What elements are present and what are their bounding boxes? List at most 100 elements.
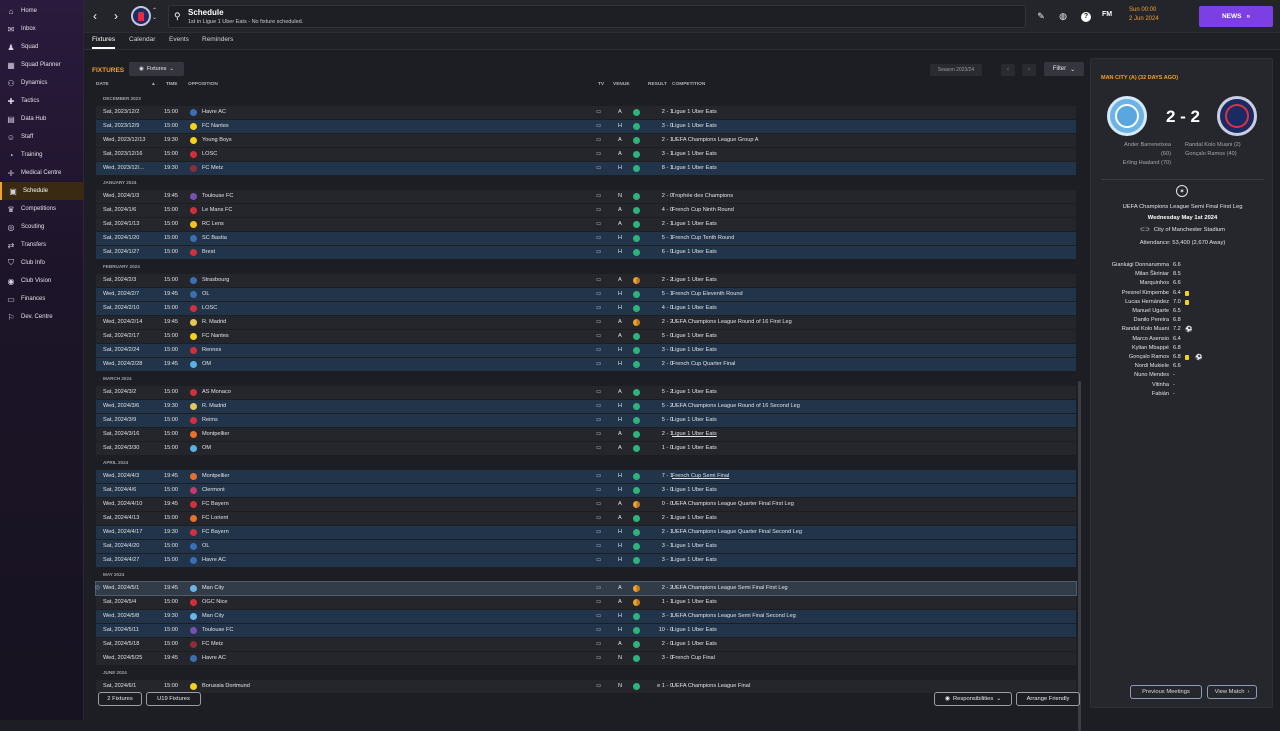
fixture-competition[interactable]: UEFA Champions League Round of 16 First … [672,316,792,329]
fixture-competition[interactable]: UEFA Champions League Semi Final Second … [672,610,796,623]
fixture-row[interactable]: Wed, 2024/3/6 19:30 R. Madrid ▭ H 5 - 2 UEFA C… [96,400,1076,413]
fixture-result[interactable]: 3 - 1 [649,610,673,623]
psg-crest-icon[interactable] [1217,96,1257,136]
sidebar-item-competitions[interactable]: ♛ Competitions [0,200,84,218]
fixture-opponent[interactable]: OM [202,358,211,371]
fixture-result[interactable]: 2 - 0 [649,190,673,203]
fixture-row[interactable]: Sat, 2024/4/20 15:00 OL ▭ H 3 - 1 Ligue 1 Uber… [96,540,1076,553]
rating-row[interactable]: Milan Škriniar 8.5 [1091,271,1274,280]
col-result[interactable]: RESULT [648,82,667,87]
fixture-competition[interactable]: Ligue 1 Uber Eats [672,512,717,525]
fixture-row[interactable]: ◎ Wed, 2024/5/1 19:45 Man City ▭ A 2 - 2 UEFA C… [95,581,1077,596]
fixture-result[interactable]: 4 - 0 [649,302,673,315]
edit-icon[interactable]: ✎ [1035,10,1047,22]
sidebar-item-medical-centre[interactable]: ✛ Medical Centre [0,164,84,182]
fixture-competition[interactable]: Ligue 1 Uber Eats [672,302,717,315]
fixture-competition[interactable]: Trophée des Champions [672,190,733,203]
sidebar-item-dynamics[interactable]: ⚇ Dynamics [0,74,84,92]
fixture-result[interactable]: 5 - 1 [649,232,673,245]
fixture-competition[interactable]: Ligue 1 Uber Eats [672,484,717,497]
fixture-row[interactable]: Sat, 2024/5/18 15:00 FC Metz ▭ A 2 - 0 Ligue 1… [96,638,1076,651]
fixture-opponent[interactable]: FC Metz [202,638,223,651]
fixture-opponent[interactable]: OL [202,540,209,553]
fixture-opponent[interactable]: OM [202,442,211,455]
news-button[interactable]: NEWS » [1199,6,1273,27]
fixture-opponent[interactable]: FC Nantes [202,120,229,133]
fixture-opponent[interactable]: Man City [202,610,224,623]
fixture-opponent[interactable]: Strasbourg [202,274,229,287]
fixture-opponent[interactable]: Le Mans FC [202,204,232,217]
sidebar-item-transfers[interactable]: ⇄ Transfers [0,236,84,254]
sidebar-item-data-hub[interactable]: ▤ Data Hub [0,110,84,128]
fixture-competition[interactable]: Ligue 1 Uber Eats [672,638,717,651]
sidebar-item-tactics[interactable]: ✚ Tactics [0,92,84,110]
previous-meetings-button[interactable]: Previous Meetings [1130,685,1202,699]
rating-row[interactable]: Danilo Pereira 6.8 [1091,317,1274,326]
fixture-result[interactable]: 2 - 1 [649,428,673,441]
fixture-result[interactable]: 3 - 1 [649,554,673,567]
fixture-competition[interactable]: Ligue 1 Uber Eats [672,344,717,357]
sort-up-icon[interactable]: ▲ [151,82,156,87]
fixture-row[interactable]: Sat, 2024/3/2 15:00 AS Monaco ▭ A 5 - 2 Ligue … [96,386,1076,399]
fixture-result[interactable]: 2 - 2 [649,316,673,329]
rating-row[interactable]: Manuel Ugarte 6.5 [1091,308,1274,317]
fixture-result[interactable]: 2 - 2 [649,582,673,595]
fixture-row[interactable]: Wed, 2024/2/14 19:45 R. Madrid ▭ A 2 - 2 UEFA … [96,316,1076,329]
sidebar-item-finances[interactable]: ▭ Finances [0,290,84,308]
fixture-competition[interactable]: Ligue 1 Uber Eats [672,218,717,231]
fixture-result[interactable]: 2 - 0 [649,358,673,371]
fixture-opponent[interactable]: FC Nantes [202,330,229,343]
fixture-result[interactable]: 2 - 1 [649,526,673,539]
fixture-row[interactable]: Sat, 2024/2/3 15:00 Strasbourg ▭ A 2 - 2 Ligue… [96,274,1076,287]
fixture-competition[interactable]: Ligue 1 Uber Eats [672,274,717,287]
fixture-row[interactable]: Wed, 2023/12/13 19:30 Young Boys ▭ A 2 - 1 UEF… [96,134,1076,147]
club-badge-icon[interactable] [131,6,151,26]
fixture-competition[interactable]: UEFA Champions League Group A [672,134,758,147]
fixture-result[interactable]: 5 - 2 [649,400,673,413]
fixture-result[interactable]: 5 - 2 [649,386,673,399]
club-switch-chevron-icon[interactable]: ⌃ ⌄ [152,8,157,22]
rating-row[interactable]: Marquinhos 6.6 [1091,280,1274,289]
fixture-result[interactable]: 1 - 0 [649,442,673,455]
season-prev-icon[interactable]: ‹ [1001,64,1015,76]
forward-arrow-icon[interactable]: › [109,9,123,23]
fixture-row[interactable]: Wed, 2024/4/10 19:45 FC Bayern ▭ A 0 - 0 UEFA … [96,498,1076,511]
fixture-opponent[interactable]: Havre AC [202,652,226,665]
help-icon[interactable]: ? [1081,12,1091,22]
fixture-row[interactable]: Wed, 2024/2/28 19:45 OM ▭ H 2 - 0 French Cup Q… [96,358,1076,371]
fixture-row[interactable]: Sat, 2024/6/1 15:00 Borussia Dortmund ▭ Ne 1… [96,680,1076,693]
fixture-competition[interactable]: Ligue 1 Uber Eats [672,554,717,567]
fixture-result[interactable]: 3 - 1 [649,148,673,161]
col-tv[interactable]: TV [598,82,604,87]
fixture-row[interactable]: Wed, 2024/5/8 19:30 Man City ▭ H 3 - 1 UEFA Ch… [96,610,1076,623]
fixture-opponent[interactable]: Clermont [202,484,225,497]
sidebar-item-inbox[interactable]: ✉ Inbox [0,20,84,38]
fixture-competition[interactable]: French Cup Tenth Round [672,232,734,245]
view-dropdown[interactable]: ◉ Fixtures ⌄ [129,62,184,76]
season-next-icon[interactable]: › [1022,64,1036,76]
fixture-competition[interactable]: Ligue 1 Uber Eats [672,106,717,119]
tab-reminders[interactable]: Reminders [202,36,233,47]
fixture-competition[interactable]: Ligue 1 Uber Eats [672,596,717,609]
fixture-result[interactable]: 4 - 0 [649,204,673,217]
fixture-row[interactable]: Sat, 2024/3/16 15:00 Montpellier ▭ A 2 - 1 Lig… [96,428,1076,441]
sidebar-item-squad[interactable]: ♟ Squad [0,38,84,56]
fixture-opponent[interactable]: Havre AC [202,106,226,119]
fixture-competition[interactable]: French Cup Semi Final [672,470,729,483]
fixture-row[interactable]: Sat, 2024/3/30 15:00 OM ▭ A 1 - 0 Ligue 1 Uber… [96,442,1076,455]
fixture-opponent[interactable]: Borussia Dortmund [202,680,250,693]
fixture-opponent[interactable]: R. Madrid [202,400,226,413]
fixture-row[interactable]: Sat, 2024/4/27 15:00 Havre AC ▭ H 3 - 1 Ligue … [96,554,1076,567]
sidebar-item-training[interactable]: ◔ Training [0,146,84,164]
fixture-opponent[interactable]: Young Boys [202,134,232,147]
rating-row[interactable]: Fabián - [1091,391,1274,400]
fixture-opponent[interactable]: OGC Nice [202,596,228,609]
fixture-opponent[interactable]: LOSC [202,302,217,315]
rating-row[interactable]: Presnel Kimpembe 6.4 [1091,290,1274,299]
fixture-opponent[interactable]: OL [202,288,209,301]
fixture-opponent[interactable]: Montpellier [202,470,229,483]
fixture-result[interactable]: 3 - 0 [649,484,673,497]
responsibilities-button[interactable]: ◉ Responsibilities ⌄ [934,692,1012,706]
fixture-result[interactable]: 7 - 1 [649,470,673,483]
filter-button[interactable]: Filter ⌄ [1044,62,1084,76]
